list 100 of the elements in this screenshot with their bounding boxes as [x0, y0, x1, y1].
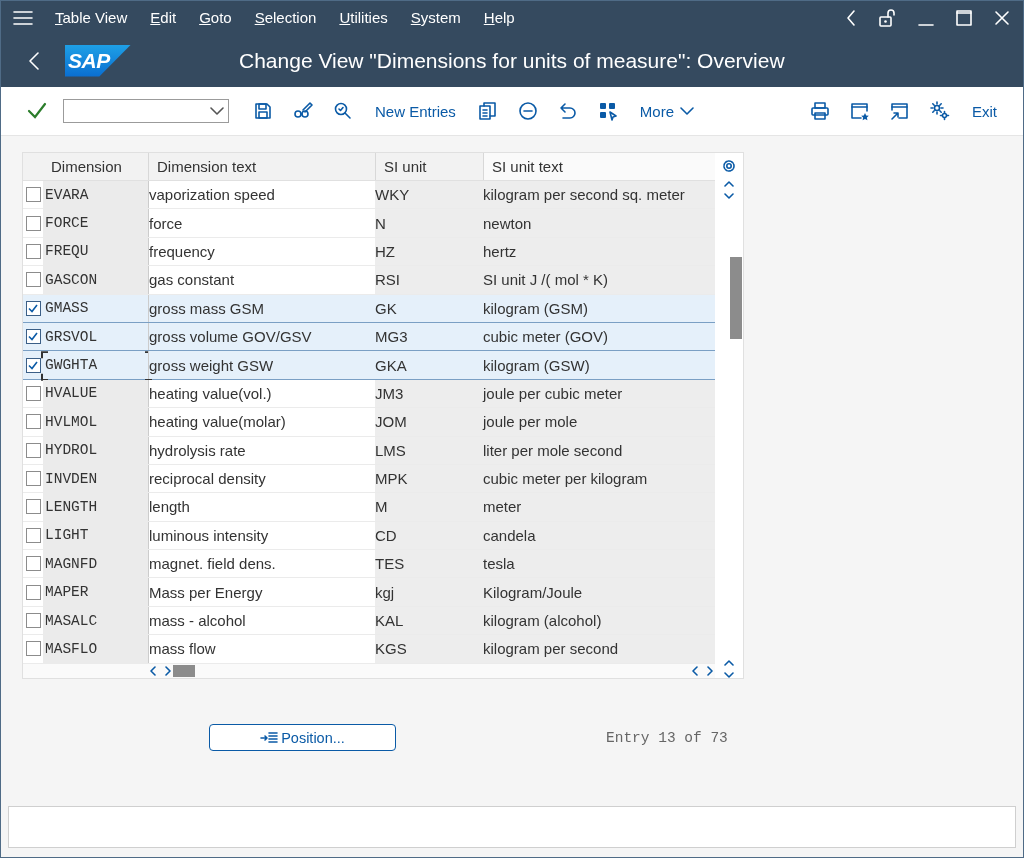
checkmark-icon — [28, 332, 38, 342]
row-checkbox[interactable] — [25, 272, 41, 288]
row-checkbox[interactable] — [25, 300, 41, 316]
row-checkbox[interactable] — [25, 243, 41, 259]
row-checkbox[interactable] — [25, 442, 41, 458]
menu-item[interactable]: Goto — [199, 9, 232, 26]
table-cell: LENGTH — [43, 493, 148, 521]
row-checkbox[interactable] — [25, 527, 41, 543]
menu-item[interactable]: Edit — [150, 9, 177, 26]
select-blocks-icon[interactable] — [597, 101, 618, 121]
table-cell: MAPER — [43, 578, 148, 606]
table-cell: JOM — [375, 408, 483, 436]
settings-icon[interactable] — [722, 159, 736, 173]
row-checkbox[interactable] — [25, 215, 41, 231]
position-button[interactable]: Position... — [209, 724, 396, 752]
table-cell: WKY — [375, 181, 483, 209]
entry-counter: Entry 13 of 73 — [606, 729, 728, 746]
chevron-left-icon[interactable] — [845, 8, 857, 27]
menu-item[interactable]: Utilities — [339, 9, 388, 26]
table-cell: MAGNFD — [43, 550, 148, 578]
row-checkbox[interactable] — [25, 385, 41, 401]
scroll-left-right-icon[interactable] — [691, 665, 715, 676]
dropdown-caret-icon[interactable] — [210, 106, 224, 116]
table-cell: MASALC — [43, 606, 148, 635]
table-cell: Kilogram/Joule — [483, 578, 715, 606]
window-arrow-icon[interactable] — [890, 101, 910, 121]
menu-item[interactable]: Help — [483, 9, 515, 26]
table-cell: newton — [483, 209, 715, 237]
sap-logo: SAP — [65, 44, 131, 77]
table-cell: N — [375, 209, 483, 237]
row-checkbox[interactable] — [25, 556, 41, 572]
minus-circle-icon[interactable] — [517, 101, 538, 121]
arrow-to-list-icon — [260, 730, 279, 745]
row-checkbox[interactable] — [25, 329, 41, 345]
table-cell: kilogram per second sq. meter — [483, 181, 715, 209]
horizontal-scroll-thumb[interactable] — [173, 664, 195, 677]
table-cell: MASFLO — [43, 635, 148, 663]
table-cell: INVDEN — [43, 464, 148, 493]
table-cell: tesla — [483, 550, 715, 578]
table-cell: HVALUE — [43, 379, 148, 408]
table-cell: meter — [483, 493, 715, 521]
row-checkbox[interactable] — [25, 584, 41, 600]
table-cell: TES — [375, 550, 483, 578]
row-checkbox[interactable] — [25, 613, 41, 629]
settings-icon[interactable] — [930, 101, 950, 121]
table-cell: MPK — [375, 464, 483, 493]
table-cell: SI unit J /( mol * K) — [483, 266, 715, 294]
scroll-left-right-icon[interactable] — [149, 665, 173, 676]
unlocked-padlock-icon[interactable] — [877, 7, 897, 28]
exit-button[interactable]: Exit — [966, 98, 1003, 124]
save-icon[interactable] — [253, 101, 273, 121]
column-header[interactable]: Dimension — [43, 153, 148, 180]
table-cell: GASCON — [43, 266, 148, 294]
search-icon[interactable] — [333, 101, 353, 121]
table-cell: KAL — [375, 606, 483, 635]
command-field[interactable] — [63, 99, 229, 123]
close-icon[interactable] — [993, 8, 1011, 27]
undo-icon[interactable] — [557, 101, 578, 121]
scroll-up-down-icon[interactable] — [724, 659, 734, 678]
table-cell: joule per mole — [483, 408, 715, 436]
row-checkbox[interactable] — [25, 357, 41, 373]
menu-item[interactable]: Table View — [55, 9, 128, 26]
glasses-pen-icon[interactable] — [293, 101, 313, 121]
table-cell: HVLMOL — [43, 408, 148, 436]
table-cell: EVARA — [43, 181, 148, 209]
back-icon[interactable] — [27, 50, 41, 71]
checkmark-icon[interactable] — [27, 102, 47, 120]
scroll-up-down-icon[interactable] — [724, 181, 734, 199]
row-checkbox[interactable] — [25, 414, 41, 430]
printer-icon[interactable] — [810, 101, 830, 121]
table-cell: HZ — [375, 237, 483, 266]
menu-item[interactable]: System — [410, 9, 461, 26]
vertical-scroll-thumb[interactable] — [730, 257, 742, 339]
row-checkbox[interactable] — [25, 499, 41, 515]
table-cell: liter per mole second — [483, 436, 715, 464]
new-entries-button[interactable]: New Entries — [369, 98, 462, 124]
table-cell: CD — [375, 521, 483, 550]
table-cell: joule per cubic meter — [483, 379, 715, 408]
table-cell: candela — [483, 521, 715, 550]
checkmark-icon — [28, 360, 38, 370]
maximize-icon[interactable] — [955, 8, 973, 27]
table-cell: FORCE — [43, 209, 148, 237]
table-cell: HYDROL — [43, 436, 148, 464]
row-checkbox[interactable] — [25, 641, 41, 657]
menu-icon[interactable] — [13, 9, 33, 26]
column-header[interactable]: Dimension text — [148, 153, 375, 180]
row-checkbox[interactable] — [25, 187, 41, 203]
window-star-icon[interactable] — [850, 101, 870, 121]
more-button[interactable]: More — [633, 98, 701, 124]
table-cell: KGS — [375, 635, 483, 663]
table-cell: LMS — [375, 436, 483, 464]
checkmark-icon — [28, 303, 38, 313]
row-checkbox[interactable] — [25, 471, 41, 487]
table-cell: FREQU — [43, 237, 148, 266]
menu-item[interactable]: Selection — [254, 9, 317, 26]
table-cell: hertz — [483, 237, 715, 266]
table-cell: RSI — [375, 266, 483, 294]
column-header[interactable]: SI unit text — [483, 153, 715, 180]
copy-document-icon[interactable] — [477, 101, 498, 121]
table-cell: LIGHT — [43, 521, 148, 550]
